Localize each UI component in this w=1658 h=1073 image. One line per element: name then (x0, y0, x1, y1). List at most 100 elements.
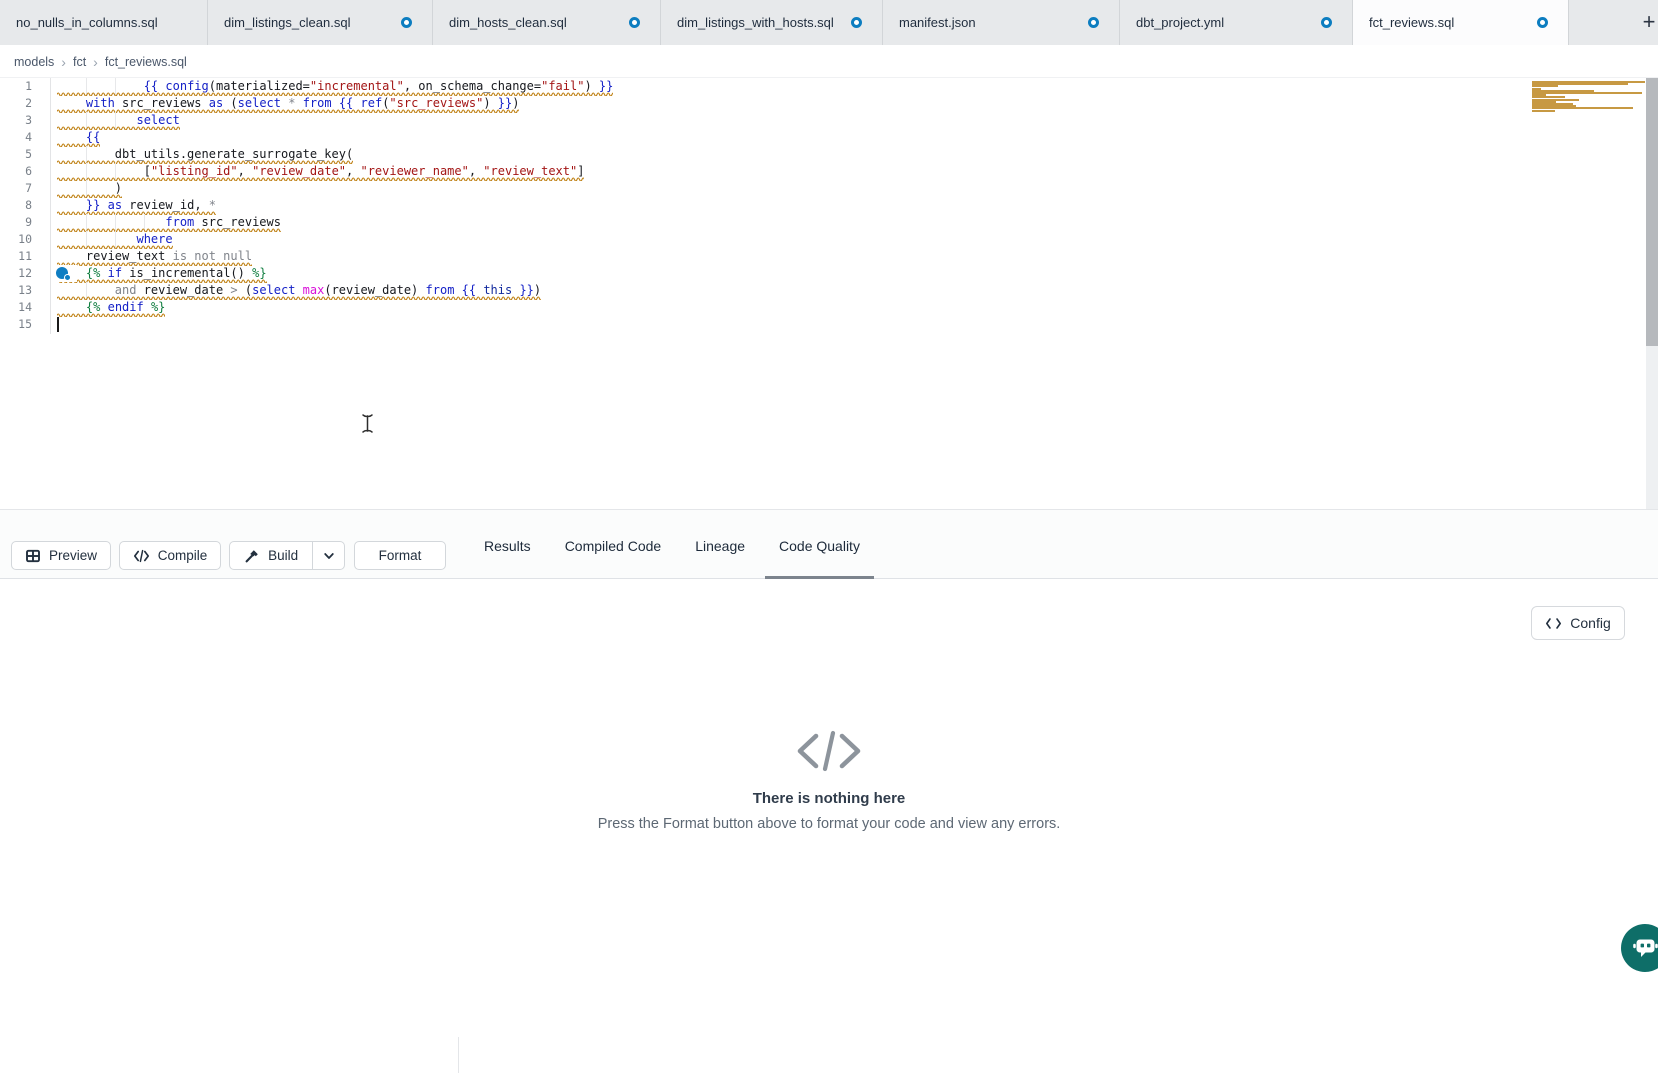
line-number: 14 (18, 299, 32, 316)
code-line-11[interactable]: review_text is not null (57, 248, 252, 265)
minimap-line (1532, 110, 1555, 112)
line-number: 11 (18, 248, 32, 265)
bottom-panel-header: Preview Compile Build Format ResultsComp… (0, 509, 1658, 579)
code-line-2[interactable]: with src_reviews as (select * from {{ re… (57, 95, 519, 112)
minimap-line (1532, 92, 1642, 94)
empty-state-title: There is nothing here (0, 790, 1658, 807)
tab-label: dim_listings_clean.sql (224, 15, 350, 30)
line-number: 4 (25, 129, 32, 146)
unsaved-changes-icon (1537, 17, 1548, 28)
line-number: 1 (25, 78, 32, 95)
panel-tab-code-quality[interactable]: Code Quality (765, 516, 874, 579)
panel-tab-compiled-code[interactable]: Compiled Code (551, 516, 676, 579)
chevron-right-icon: › (93, 54, 98, 70)
tab-label: dbt_project.yml (1136, 15, 1224, 30)
breadcrumb-item-fct-reviews-sql[interactable]: fct_reviews.sql (105, 55, 187, 69)
line-number: 9 (25, 214, 32, 231)
tab-manifest-json[interactable]: manifest.json (883, 0, 1120, 45)
minimap[interactable] (1532, 81, 1646, 141)
code-action-lightbulb-icon[interactable] (53, 265, 77, 282)
code-line-5[interactable]: dbt_utils.generate_surrogate_key( (57, 146, 353, 163)
tab-label: no_nulls_in_columns.sql (16, 15, 158, 30)
line-number: 2 (25, 95, 32, 112)
chevron-down-icon (322, 549, 336, 563)
line-number: 8 (25, 197, 32, 214)
unsaved-changes-icon (401, 17, 412, 28)
code-line-10[interactable]: where (57, 231, 173, 248)
unsaved-changes-icon (851, 17, 862, 28)
code-line-9[interactable]: from src_reviews (57, 214, 281, 231)
breadcrumb-bar: models›fct›fct_reviews.sql Save (0, 45, 1658, 78)
chevron-right-icon: › (61, 54, 66, 70)
tab-dim-listings-clean-sql[interactable]: dim_listings_clean.sql (208, 0, 433, 45)
gutter: 123456789101112131415 (0, 78, 42, 509)
format-label: Format (379, 548, 422, 563)
code-line-13[interactable]: and review_date > (select max(review_dat… (57, 282, 541, 299)
breadcrumb-item-fct[interactable]: fct (73, 55, 86, 69)
line-number: 13 (18, 282, 32, 299)
table-grid-icon (25, 548, 41, 564)
config-button[interactable]: Config (1531, 606, 1625, 640)
line-number: 10 (18, 231, 32, 248)
preview-button[interactable]: Preview (11, 541, 111, 570)
toolbar-divider (458, 1037, 459, 1073)
code-editor[interactable]: 123456789101112131415 {{ config(material… (0, 78, 1658, 509)
code-brackets-icon (133, 549, 150, 563)
tab-fct-reviews-sql[interactable]: fct_reviews.sql (1353, 0, 1569, 45)
robot-chat-icon (1632, 933, 1658, 960)
code-line-1[interactable]: {{ config(materialized="incremental", on… (57, 78, 613, 95)
line-number: 5 (25, 146, 32, 163)
build-options-button[interactable] (312, 542, 344, 569)
unsaved-changes-icon (629, 17, 640, 28)
line-number: 15 (18, 316, 32, 333)
code-line-3[interactable]: select (57, 112, 180, 129)
code-line-6[interactable]: ["listing_id", "review_date", "reviewer_… (57, 163, 584, 180)
code-line-8[interactable]: }} as review_id, * (57, 197, 216, 214)
panel-tab-lineage[interactable]: Lineage (681, 516, 759, 579)
hammer-icon (244, 548, 260, 564)
empty-state: There is nothing here Press the Format b… (0, 729, 1658, 832)
chat-assistant-button[interactable] (1621, 924, 1658, 972)
line-number: 7 (25, 180, 32, 197)
compile-label: Compile (158, 548, 208, 563)
panel-tab-results[interactable]: Results (470, 516, 545, 579)
line-number: 6 (25, 163, 32, 180)
build-button[interactable]: Build (230, 542, 312, 569)
tab-dim-listings-with-hosts-sql[interactable]: dim_listings_with_hosts.sql (661, 0, 883, 45)
tab-no-nulls-in-columns-sql[interactable]: no_nulls_in_columns.sql (0, 0, 208, 45)
vertical-scrollbar-thumb[interactable] (1646, 78, 1658, 346)
line-number: 12 (18, 265, 32, 282)
code-line-14[interactable]: {% endif %} (57, 299, 165, 316)
code-brackets-icon (1545, 617, 1562, 630)
unsaved-changes-icon (1321, 17, 1332, 28)
tab-dbt-project-yml[interactable]: dbt_project.yml (1120, 0, 1353, 45)
empty-state-subtitle: Press the Format button above to format … (0, 816, 1658, 832)
breadcrumb: models › fct › fct_reviews.sql (14, 45, 187, 78)
build-label: Build (268, 548, 298, 563)
text-caret (57, 317, 59, 332)
build-split-button: Build (229, 541, 345, 570)
tab-label: dim_listings_with_hosts.sql (677, 15, 834, 30)
tab-label: manifest.json (899, 15, 976, 30)
tab-label: fct_reviews.sql (1369, 15, 1454, 30)
new-tab-button[interactable]: + (1635, 8, 1658, 36)
breadcrumb-item-models[interactable]: models (14, 55, 54, 69)
text-cursor-pointer (361, 413, 374, 434)
tab-dim-hosts-clean-sql[interactable]: dim_hosts_clean.sql (433, 0, 661, 45)
code-line-7[interactable]: ) (57, 180, 122, 197)
code-empty-icon (792, 729, 866, 773)
code-line-4[interactable]: {{ (57, 129, 100, 146)
line-number: 3 (25, 112, 32, 129)
code-quality-panel: Config There is nothing here Press the F… (0, 579, 1658, 955)
code-line-12[interactable]: {% if is_incremental() %} (57, 265, 267, 282)
code-area[interactable]: {{ config(materialized="incremental", on… (57, 78, 1507, 509)
file-tab-bar: no_nulls_in_columns.sql dim_listings_clea… (0, 0, 1658, 45)
preview-label: Preview (49, 548, 97, 563)
tab-label: dim_hosts_clean.sql (449, 15, 567, 30)
panel-tabs: ResultsCompiled CodeLineageCode Quality (470, 510, 880, 579)
config-label: Config (1570, 615, 1610, 631)
unsaved-changes-icon (1088, 17, 1099, 28)
format-button[interactable]: Format (354, 541, 446, 570)
gutter-divider (50, 78, 51, 334)
compile-button[interactable]: Compile (119, 541, 221, 570)
